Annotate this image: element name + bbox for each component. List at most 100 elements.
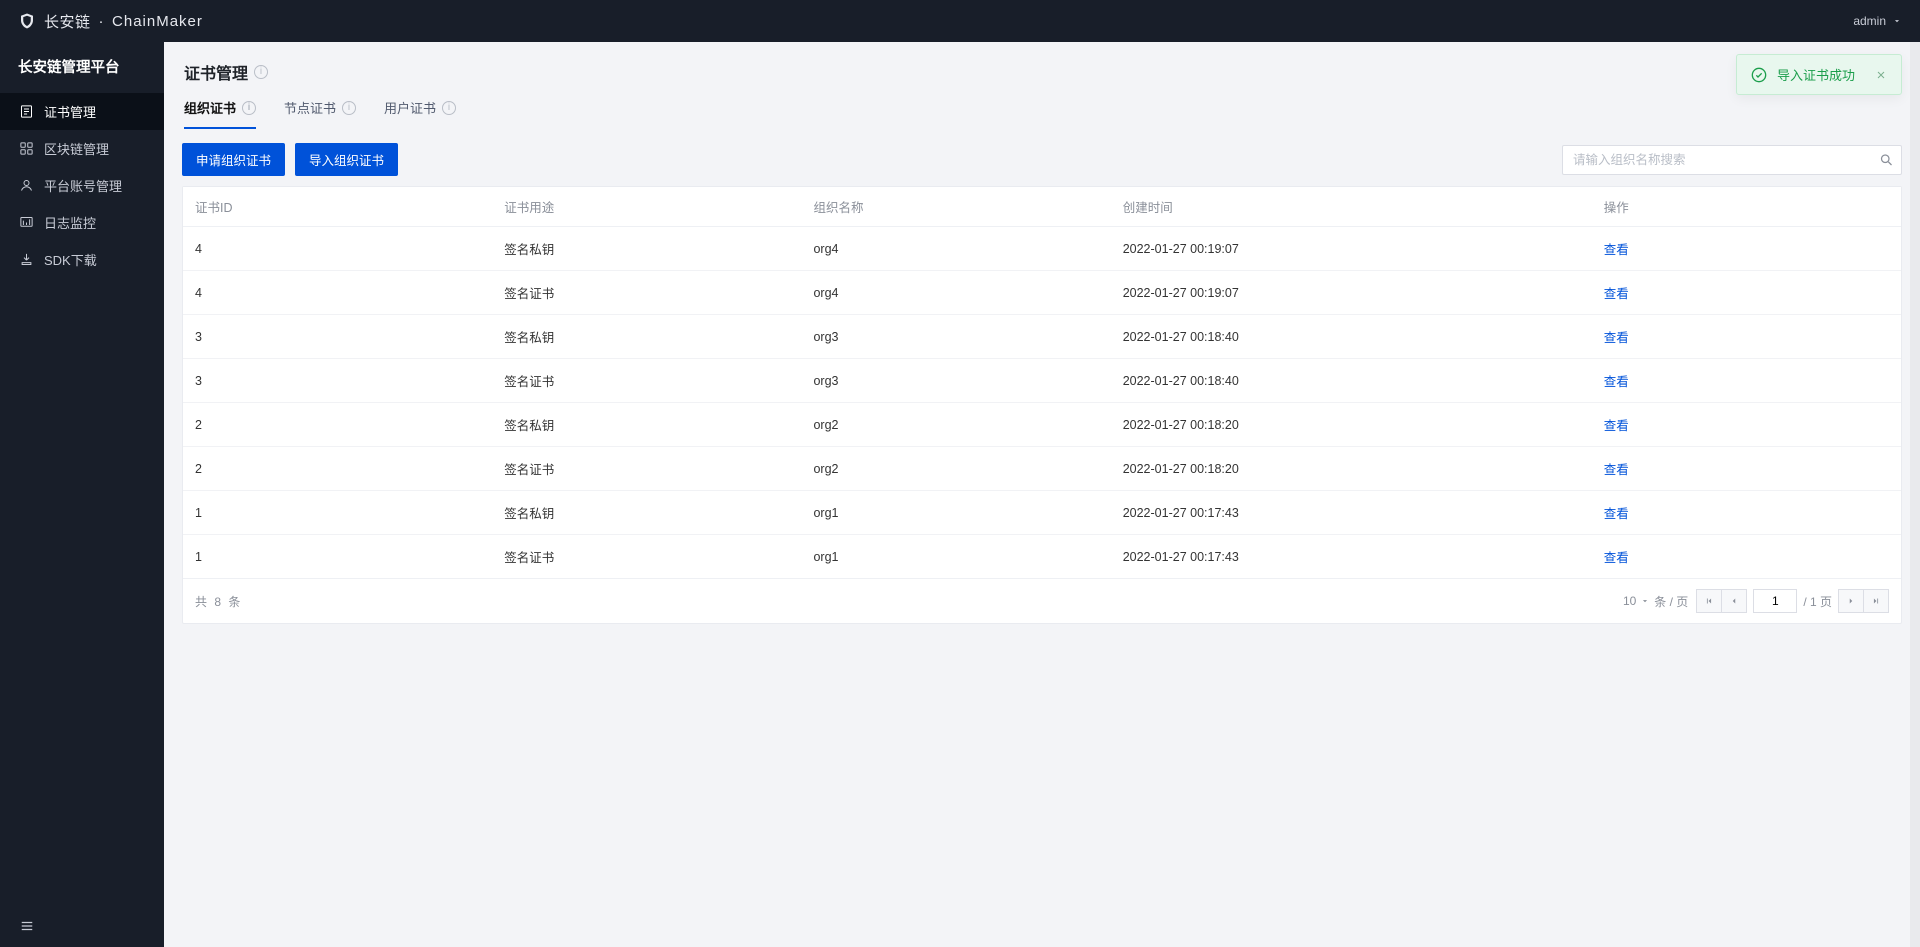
search-input[interactable] bbox=[1562, 145, 1902, 175]
cell-org: org1 bbox=[801, 535, 1110, 579]
page-title: 证书管理 bbox=[184, 60, 248, 84]
chevron-down-icon bbox=[1892, 16, 1902, 26]
table-row: 1签名证书org12022-01-27 00:17:43 查看 bbox=[183, 535, 1901, 579]
vertical-scrollbar[interactable] bbox=[1910, 42, 1920, 947]
per-page-suffix: 条 / 页 bbox=[1654, 593, 1688, 610]
cell-org: org4 bbox=[801, 271, 1110, 315]
tab-label: 组织证书 bbox=[184, 98, 236, 117]
log-icon bbox=[18, 215, 34, 231]
view-link[interactable]: 查看 bbox=[1604, 287, 1629, 301]
brand-en: ChainMaker bbox=[112, 13, 203, 30]
tabs: 组织证书i节点证书i用户证书i bbox=[182, 92, 1902, 129]
table-footer: 共 8 条 10 条 / 页 bbox=[183, 578, 1901, 623]
account-icon bbox=[18, 178, 34, 194]
apply-cert-button[interactable]: 申请组织证书 bbox=[182, 143, 285, 176]
info-icon[interactable]: i bbox=[254, 65, 268, 79]
info-icon[interactable]: i bbox=[342, 101, 356, 115]
cell-org: org1 bbox=[801, 491, 1110, 535]
cell-id: 3 bbox=[183, 359, 492, 403]
cell-time: 2022-01-27 00:18:40 bbox=[1111, 359, 1592, 403]
cell-time: 2022-01-27 00:19:07 bbox=[1111, 227, 1592, 271]
page-total: / 1 页 bbox=[1803, 593, 1832, 610]
cell-use: 签名私钥 bbox=[492, 315, 801, 359]
cell-use: 签名证书 bbox=[492, 535, 801, 579]
tab-2[interactable]: 用户证书 i bbox=[384, 92, 456, 129]
sidebar-item-label: SDK下载 bbox=[44, 250, 97, 269]
tab-1[interactable]: 节点证书i bbox=[284, 92, 356, 129]
total-suffix: 条 bbox=[228, 595, 240, 609]
table-row: 2签名证书org22022-01-27 00:18:20查看 bbox=[183, 447, 1901, 491]
sidebar-item-3[interactable]: 日志监控 bbox=[0, 204, 164, 241]
view-link[interactable]: 查看 bbox=[1604, 463, 1629, 477]
view-link[interactable]: 查看 bbox=[1604, 331, 1629, 345]
col-header-4: 操作 bbox=[1592, 187, 1901, 227]
total-number: 8 bbox=[214, 595, 221, 609]
sidebar-item-label: 日志监控 bbox=[44, 213, 96, 232]
info-icon[interactable]: i bbox=[242, 101, 256, 115]
table-row: 4签名证书org42022-01-27 00:19:07查看 bbox=[183, 271, 1901, 315]
tab-0[interactable]: 组织证书 i bbox=[184, 92, 256, 129]
search-icon[interactable] bbox=[1879, 152, 1894, 167]
view-link[interactable]: 查看 bbox=[1604, 243, 1629, 257]
main-content: 导入证书成功 证书管理 i 组织证书i节点证书i用户证书i 申请组织证书 导入组… bbox=[164, 42, 1920, 947]
sidebar-item-2[interactable]: 平台账号管理 bbox=[0, 167, 164, 204]
cell-time: 2022-01-27 00:18:40 bbox=[1111, 315, 1592, 359]
table-row: 4签名私钥org42022-01-27 00:19:07查看 bbox=[183, 227, 1901, 271]
import-cert-button[interactable]: 导入组织证书 bbox=[295, 143, 398, 176]
page-next-button[interactable] bbox=[1838, 589, 1864, 613]
sidebar-item-0[interactable]: 证书管理 bbox=[0, 93, 164, 130]
table-row: 3签名私钥org32022-01-27 00:18:40查看 bbox=[183, 315, 1901, 359]
cell-time: 2022-01-27 00:19:07 bbox=[1111, 271, 1592, 315]
cell-use: 签名私钥 bbox=[492, 227, 801, 271]
cert-icon bbox=[18, 104, 34, 120]
view-link[interactable]: 查看 bbox=[1604, 419, 1629, 433]
cell-time: 2022-01-27 00:18:20 bbox=[1111, 447, 1592, 491]
page-input[interactable] bbox=[1753, 589, 1797, 613]
table-row: 1签名私钥org12022-01-27 00:17:43查看 bbox=[183, 491, 1901, 535]
chevron-down-icon bbox=[1640, 596, 1650, 606]
col-header-1: 证书用途 bbox=[492, 187, 801, 227]
chain-icon bbox=[18, 141, 34, 157]
top-bar: 长安链 · ChainMaker admin bbox=[0, 0, 1920, 42]
table-row: 3签名证书org32022-01-27 00:18:40查看 bbox=[183, 359, 1901, 403]
sidebar-menu: 证书管理区块链管理平台账号管理日志监控 SDK下载 bbox=[0, 93, 164, 278]
col-header-0: 证书ID bbox=[183, 187, 492, 227]
toast-success: 导入证书成功 bbox=[1736, 54, 1902, 95]
cell-org: org3 bbox=[801, 359, 1110, 403]
view-link[interactable]: 查看 bbox=[1604, 507, 1629, 521]
check-circle-icon bbox=[1751, 67, 1767, 83]
user-label: admin bbox=[1853, 14, 1886, 28]
view-link[interactable]: 查看 bbox=[1604, 375, 1629, 389]
cell-id: 2 bbox=[183, 403, 492, 447]
cell-id: 1 bbox=[183, 491, 492, 535]
cert-table: 证书ID证书用途组织名称创建时间操作 4签名私钥org42022-01-27 0… bbox=[182, 186, 1902, 624]
cell-use: 签名证书 bbox=[492, 447, 801, 491]
cell-org: org3 bbox=[801, 315, 1110, 359]
cell-time: 2022-01-27 00:17:43 bbox=[1111, 491, 1592, 535]
brand-cn: 长安链 bbox=[44, 11, 91, 32]
cell-org: org2 bbox=[801, 403, 1110, 447]
total-count: 共 8 条 bbox=[195, 593, 240, 610]
sidebar-item-1[interactable]: 区块链管理 bbox=[0, 130, 164, 167]
page-nav: / 1 页 bbox=[1696, 589, 1889, 613]
page-size-select[interactable]: 10 条 / 页 bbox=[1623, 593, 1688, 610]
page-first-button[interactable] bbox=[1696, 589, 1722, 613]
tab-label: 用户证书 bbox=[384, 98, 436, 117]
brand: 长安链 · ChainMaker bbox=[18, 11, 203, 32]
user-menu[interactable]: admin bbox=[1853, 14, 1902, 28]
cell-time: 2022-01-27 00:18:20 bbox=[1111, 403, 1592, 447]
info-icon[interactable]: i bbox=[442, 101, 456, 115]
sidebar-item-4[interactable]: SDK下载 bbox=[0, 241, 164, 278]
close-icon[interactable] bbox=[1875, 69, 1887, 81]
total-prefix: 共 bbox=[195, 595, 207, 609]
page-last-button[interactable] bbox=[1863, 589, 1889, 613]
cell-id: 4 bbox=[183, 227, 492, 271]
collapse-icon[interactable] bbox=[18, 919, 146, 933]
col-header-2: 组织名称 bbox=[801, 187, 1110, 227]
page-prev-button[interactable] bbox=[1721, 589, 1747, 613]
cell-id: 1 bbox=[183, 535, 492, 579]
cell-id: 4 bbox=[183, 271, 492, 315]
view-link[interactable]: 查看 bbox=[1604, 551, 1629, 565]
page-size-value: 10 bbox=[1623, 594, 1636, 608]
cell-time: 2022-01-27 00:17:43 bbox=[1111, 535, 1592, 579]
